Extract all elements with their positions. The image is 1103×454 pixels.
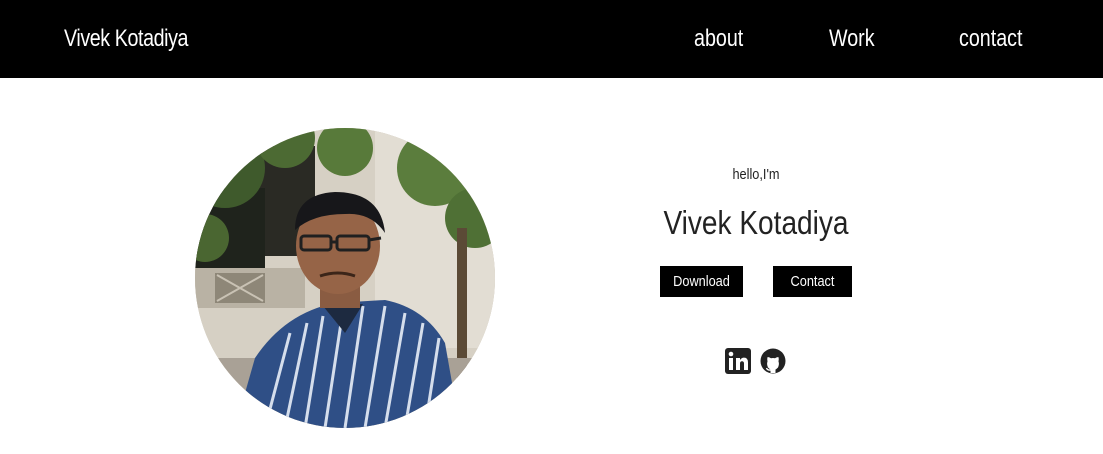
nav-link-work[interactable]: Work <box>829 22 875 56</box>
profile-photo <box>195 128 495 428</box>
linkedin-icon[interactable] <box>725 348 751 374</box>
brand-name[interactable]: Vivek Kotadiya <box>64 22 188 56</box>
nav-link-about[interactable]: about <box>694 22 743 56</box>
nav-link-contact[interactable]: contact <box>959 22 1022 56</box>
greeting-text: hello,I'm <box>732 166 780 183</box>
github-icon[interactable] <box>760 348 786 374</box>
download-cv-button[interactable]: Download CV <box>660 266 743 321</box>
profile-photo-illustration <box>195 128 495 428</box>
hero-name: Vivek Kotadiya <box>663 204 849 241</box>
download-cv-label: Download CV <box>673 273 730 321</box>
contact-info-button[interactable]: Contact Info <box>773 266 852 321</box>
top-navbar: Vivek Kotadiya about Work contact <box>0 0 1103 78</box>
contact-info-label: Contact Info <box>790 273 835 321</box>
